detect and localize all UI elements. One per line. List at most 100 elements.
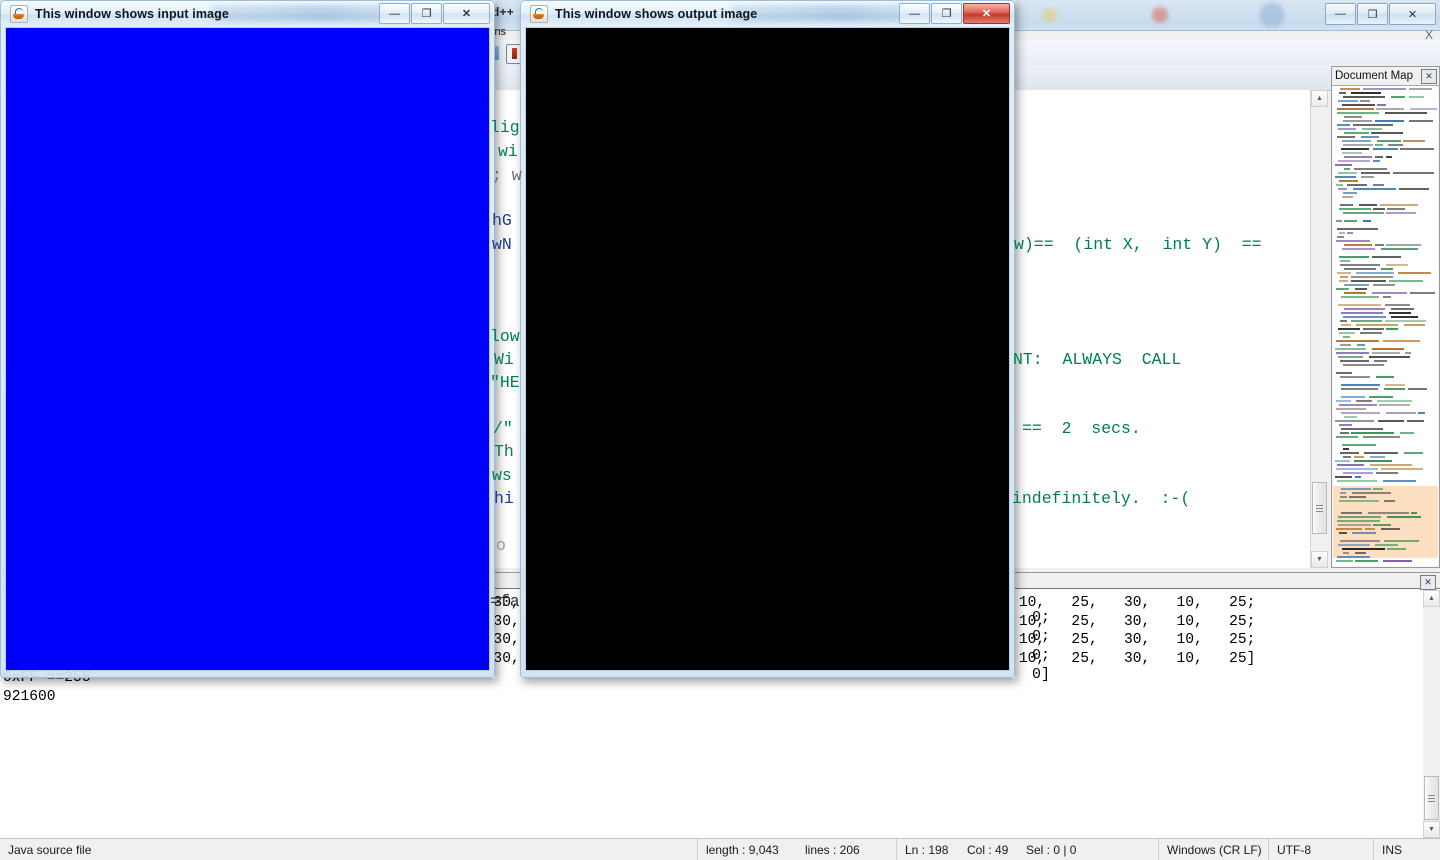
status-column-number: Col : 49 bbox=[967, 843, 1009, 857]
minimap-code-row bbox=[1387, 208, 1405, 210]
input-minimize-button[interactable]: — bbox=[379, 3, 410, 24]
npp-minimize-button[interactable]: — bbox=[1325, 3, 1356, 25]
minimap-code-row bbox=[1399, 188, 1429, 190]
minimap-code-row bbox=[1355, 560, 1378, 562]
output-image-window[interactable]: This window shows output image — ❐ ✕ bbox=[520, 0, 1015, 678]
document-map-close-icon[interactable]: ✕ bbox=[1421, 69, 1437, 84]
minimap-code-row bbox=[1336, 560, 1353, 562]
minimap-code-row bbox=[1363, 436, 1400, 438]
input-close-button[interactable]: ✕ bbox=[443, 3, 490, 24]
minimap-code-row bbox=[1339, 500, 1379, 502]
editor-scroll-up-arrow[interactable]: ▲ bbox=[1311, 90, 1328, 107]
minimap-code-row bbox=[1344, 168, 1350, 170]
minimap-code-row bbox=[1374, 360, 1387, 362]
minimap-code-row bbox=[1341, 388, 1378, 390]
editor-vertical-scrollbar[interactable]: ▲ ▼ bbox=[1310, 90, 1328, 568]
minimap-code-row bbox=[1386, 264, 1408, 266]
minimap-code-row bbox=[1342, 196, 1353, 198]
java-coffee-cup-icon bbox=[10, 5, 28, 23]
output-window-title-bar[interactable]: This window shows output image — ❐ ✕ bbox=[521, 1, 1014, 27]
output-maximize-button[interactable]: ❐ bbox=[931, 3, 962, 24]
minimap-code-row bbox=[1340, 264, 1380, 266]
status-bar: Java source file length : 9,043 lines : … bbox=[0, 838, 1440, 860]
minimap-code-row bbox=[1340, 492, 1346, 494]
scroll-thumb-grip bbox=[1316, 504, 1323, 512]
input-window-title: This window shows input image bbox=[35, 7, 229, 21]
minimap-code-row bbox=[1338, 516, 1381, 518]
minimap-code-row bbox=[1338, 544, 1370, 546]
input-window-title-bar[interactable]: This window shows input image — ❐ ✕ bbox=[1, 1, 494, 27]
output-window-controls[interactable]: — ❐ ✕ bbox=[899, 3, 1010, 24]
npp-plugins-menu[interactable]: ins bbox=[492, 26, 522, 40]
console-vertical-scrollbar[interactable]: ▲ ▼ bbox=[1423, 590, 1440, 838]
minimap-code-row bbox=[1409, 120, 1433, 122]
minimap-code-row bbox=[1336, 400, 1351, 402]
minimap-code-row bbox=[1381, 268, 1393, 270]
minimap-code-row bbox=[1391, 308, 1414, 310]
output-close-button[interactable]: ✕ bbox=[963, 3, 1010, 24]
minimap-code-row bbox=[1377, 140, 1401, 142]
minimap-code-row bbox=[1337, 480, 1377, 482]
document-map-panel[interactable]: Document Map ✕ bbox=[1331, 66, 1440, 568]
minimap-code-row bbox=[1341, 412, 1380, 414]
minimap-code-row bbox=[1338, 172, 1357, 174]
npp-window-controls[interactable]: — ❐ ✕ bbox=[1325, 3, 1436, 25]
screen-root: d++ — ❐ ✕ X ins lig wi; w hG wN w)== (int X,… bbox=[0, 0, 1440, 860]
document-map-minimap[interactable] bbox=[1333, 86, 1438, 566]
console-close-icon[interactable]: ✕ bbox=[1420, 575, 1436, 590]
minimap-code-row bbox=[1337, 112, 1379, 114]
minimap-code-row bbox=[1391, 96, 1405, 98]
code-line: indefinitely. :-( bbox=[1012, 489, 1191, 508]
minimap-code-row bbox=[1340, 344, 1351, 346]
output-minimize-button[interactable]: — bbox=[899, 3, 930, 24]
console-scroll-up-arrow[interactable]: ▲ bbox=[1423, 590, 1440, 607]
minimap-code-row bbox=[1369, 396, 1393, 398]
minimap-code-row bbox=[1335, 476, 1352, 478]
code-line: /" bbox=[493, 419, 513, 438]
document-map-title: Document Map bbox=[1335, 70, 1413, 82]
input-maximize-button[interactable]: ❐ bbox=[411, 3, 442, 24]
minimap-code-row bbox=[1339, 332, 1355, 334]
minimap-code-row bbox=[1340, 260, 1350, 262]
console-scroll-down-arrow[interactable]: ▼ bbox=[1423, 821, 1440, 838]
minimap-code-row bbox=[1343, 212, 1384, 214]
minimap-code-row bbox=[1344, 292, 1366, 294]
minimap-code-row bbox=[1365, 528, 1375, 530]
minimap-code-row bbox=[1344, 244, 1372, 246]
console-scroll-thumb[interactable] bbox=[1424, 776, 1439, 820]
code-line: Th bbox=[494, 442, 514, 461]
code-line: wi bbox=[498, 142, 518, 161]
input-image-window[interactable]: This window shows input image — ❐ ✕ bbox=[0, 0, 495, 678]
minimap-code-row bbox=[1373, 148, 1398, 150]
minimap-code-row bbox=[1375, 120, 1404, 122]
editor-scroll-thumb[interactable] bbox=[1312, 482, 1327, 534]
status-encoding: UTF-8 bbox=[1268, 839, 1373, 860]
input-window-controls[interactable]: — ❐ ✕ bbox=[379, 3, 490, 24]
minimap-code-row bbox=[1385, 320, 1426, 322]
minimap-code-row bbox=[1336, 220, 1342, 222]
code-line: "HE bbox=[490, 373, 520, 392]
npp-title-text: d++ bbox=[492, 5, 514, 19]
minimap-code-row bbox=[1407, 420, 1424, 422]
console-scroll-thumb-grip bbox=[1428, 794, 1435, 802]
npp-maximize-button[interactable]: ❐ bbox=[1357, 3, 1388, 25]
minimap-code-row bbox=[1340, 376, 1370, 378]
minimap-code-row bbox=[1337, 108, 1374, 110]
minimap-code-row bbox=[1344, 132, 1369, 134]
minimap-code-row bbox=[1409, 88, 1432, 90]
minimap-code-row bbox=[1385, 384, 1405, 386]
minimap-code-row bbox=[1410, 108, 1437, 110]
minimap-code-row bbox=[1383, 296, 1391, 298]
minimap-code-row bbox=[1341, 148, 1369, 150]
minimap-code-row bbox=[1343, 96, 1385, 98]
editor-scroll-down-arrow[interactable]: ▼ bbox=[1311, 551, 1328, 568]
minimap-code-row bbox=[1341, 324, 1351, 326]
output-image-client-area bbox=[525, 27, 1010, 671]
minimap-code-row bbox=[1379, 404, 1410, 406]
minimap-code-row bbox=[1343, 336, 1350, 338]
npp-close-button[interactable]: ✕ bbox=[1389, 3, 1436, 25]
status-eol-format: Windows (CR LF) bbox=[1158, 839, 1268, 860]
minimap-code-row bbox=[1386, 212, 1416, 214]
minimap-code-row bbox=[1373, 208, 1385, 210]
minimap-code-row bbox=[1373, 184, 1384, 186]
